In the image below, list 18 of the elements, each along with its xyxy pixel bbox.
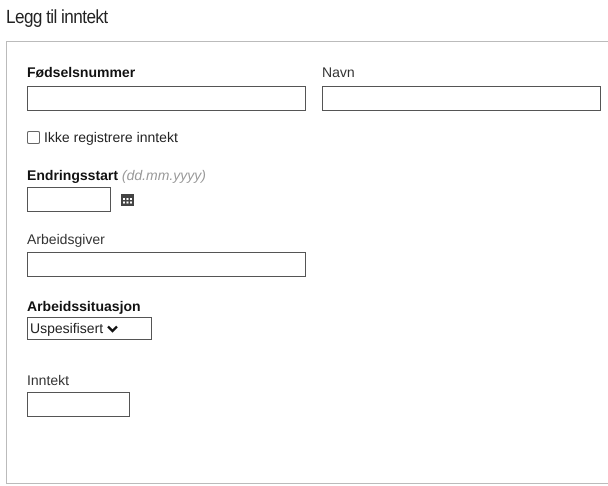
checkbox-label[interactable]: Ikke registrere inntekt [44,127,178,148]
page-title: Legg til inntekt [6,6,108,30]
field-label: Inntekt [27,372,70,389]
text-field[interactable] [322,86,601,111]
calendar-icon[interactable] [121,194,134,206]
date-hint: (dd.mm.yyyy) [122,167,206,183]
text-field[interactable] [27,86,306,111]
chevron-down-icon [107,324,118,332]
income-field[interactable] [27,392,130,417]
field-label: Endringsstart [27,167,118,184]
field-label: Navn [322,64,355,81]
field-label: Arbeidsgiver [27,231,105,248]
field-label: Arbeidssituasjon [27,298,141,315]
situation-dropdown[interactable]: Uspesifisert [27,317,152,340]
date-field[interactable] [27,187,111,212]
field-label: Fødselsnummer [27,64,136,81]
checkbox[interactable] [27,131,40,144]
employer-field[interactable] [27,252,306,277]
